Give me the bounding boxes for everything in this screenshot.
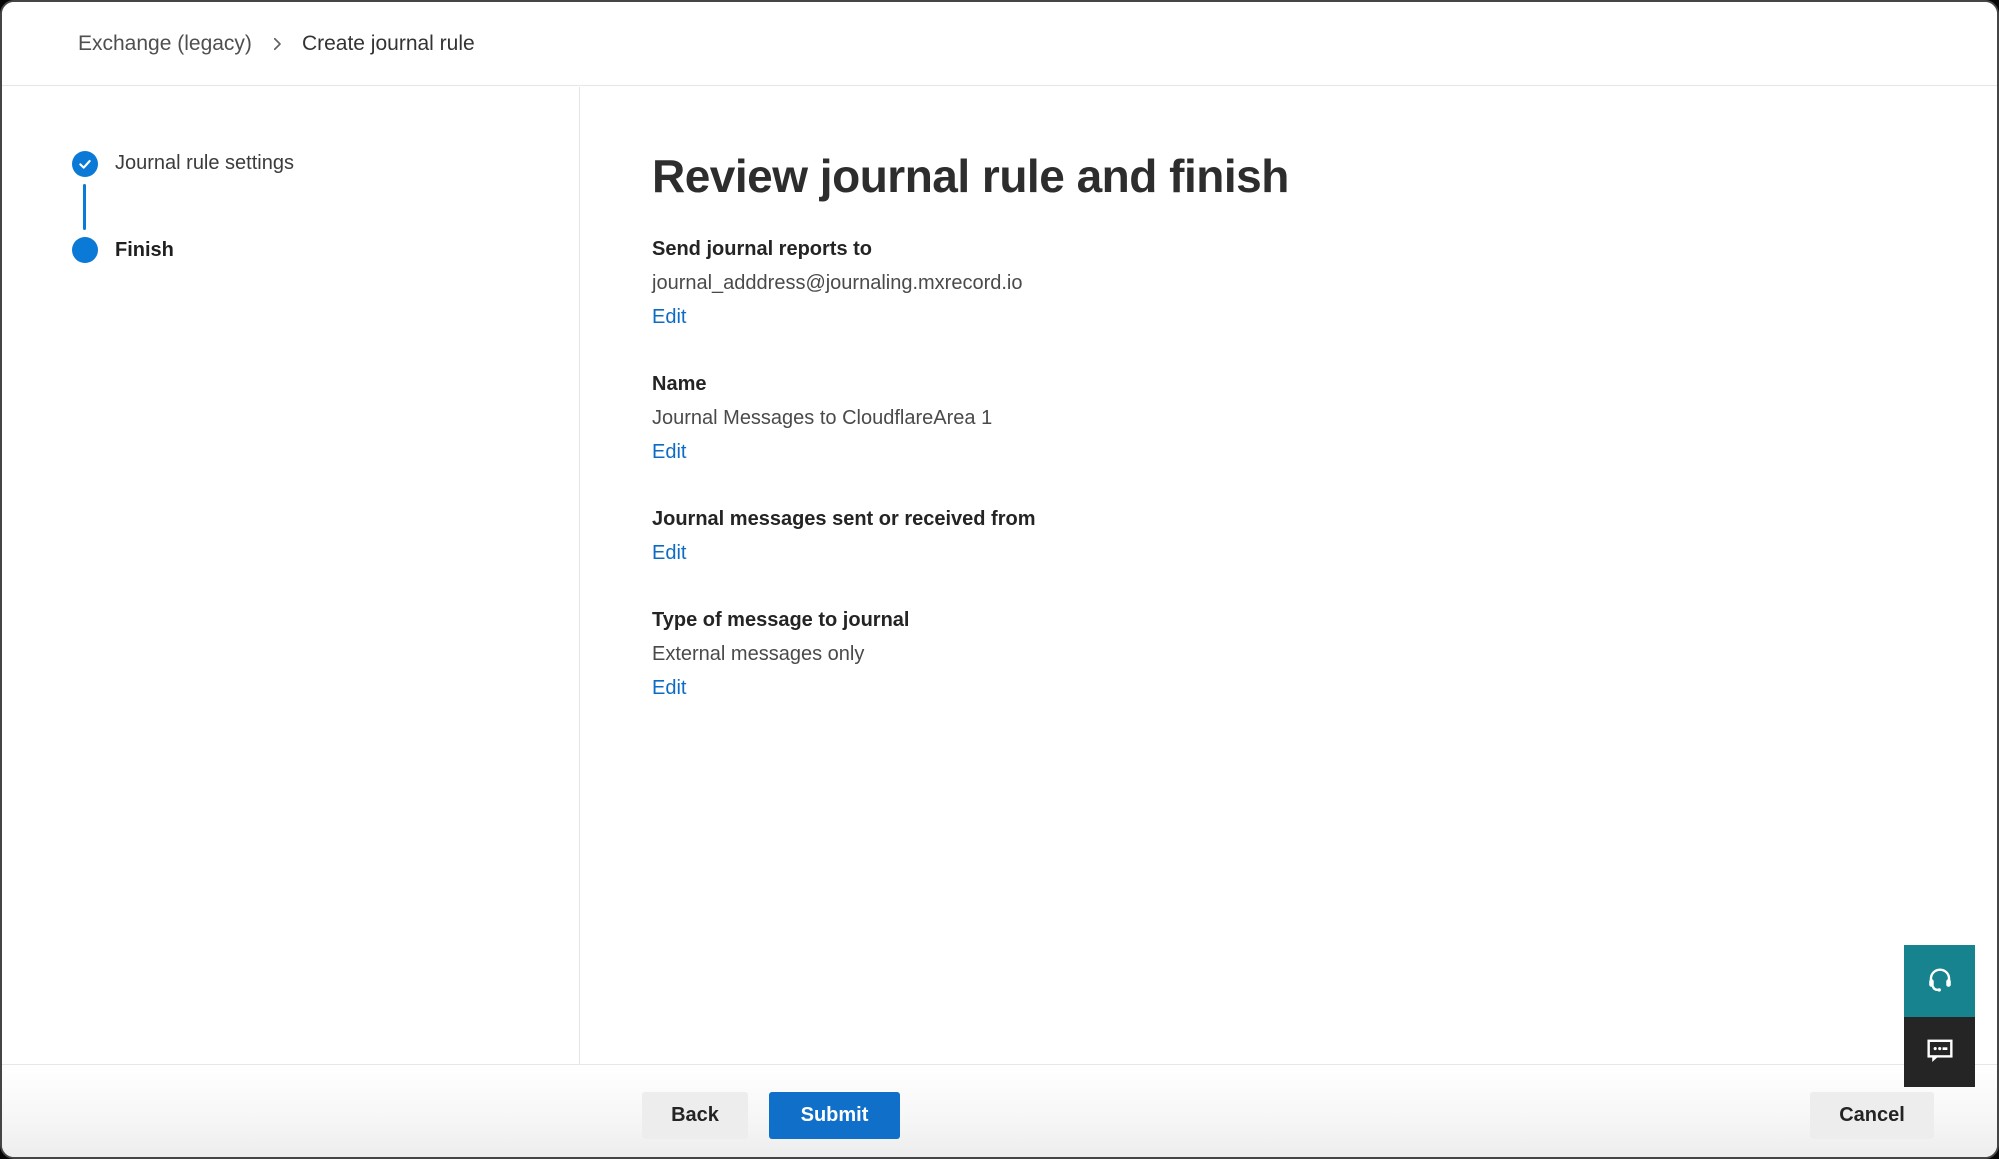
action-bar: Back Submit Cancel [2,1064,1997,1157]
feedback-button[interactable] [1904,1017,1975,1087]
breadcrumb-exchange-legacy[interactable]: Exchange (legacy) [78,32,252,56]
step-connector-line [83,184,86,230]
message-type-value: External messages only [652,637,1552,671]
help-support-button[interactable] [1904,945,1975,1017]
rule-name-value: Journal Messages to CloudflareArea 1 [652,401,1552,435]
section-send-journal-reports-to: Send journal reports to journal_adddress… [652,232,1552,334]
section-name: Name Journal Messages to CloudflareArea … [652,367,1552,469]
submit-button[interactable]: Submit [769,1092,900,1139]
app-window: Exchange (legacy) Create journal rule Jo… [0,0,1999,1159]
edit-send-reports-link[interactable]: Edit [652,300,686,334]
back-button[interactable]: Back [642,1092,748,1139]
section-message-type: Type of message to journal External mess… [652,603,1552,705]
section-label: Send journal reports to [652,232,1552,266]
journal-report-address-value: journal_adddress@journaling.mxrecord.io [652,266,1552,300]
step-completed-icon [72,151,98,177]
screen: Exchange (legacy) Create journal rule Jo… [0,0,1999,1159]
breadcrumb-current-page: Create journal rule [302,32,475,56]
chat-icon [1923,1033,1957,1072]
wizard-step-finish[interactable]: Finish [115,239,174,262]
edit-scope-link[interactable]: Edit [652,536,686,570]
section-label: Journal messages sent or received from [652,502,1552,536]
section-label: Type of message to journal [652,603,1552,637]
chevron-right-icon [268,35,286,53]
cancel-button[interactable]: Cancel [1810,1092,1934,1139]
wizard-step-journal-rule-settings[interactable]: Journal rule settings [115,152,294,175]
wizard-steps-panel: Journal rule settings Finish [2,87,580,1064]
page-title: Review journal rule and finish [652,149,1289,203]
section-journal-messages-scope: Journal messages sent or received from E… [652,502,1552,570]
edit-name-link[interactable]: Edit [652,435,686,469]
review-sections: Send journal reports to journal_adddress… [652,232,1552,738]
headset-icon [1924,963,1956,1000]
breadcrumb: Exchange (legacy) Create journal rule [2,2,1997,86]
section-label: Name [652,367,1552,401]
edit-message-type-link[interactable]: Edit [652,671,686,705]
step-current-icon [72,237,98,263]
